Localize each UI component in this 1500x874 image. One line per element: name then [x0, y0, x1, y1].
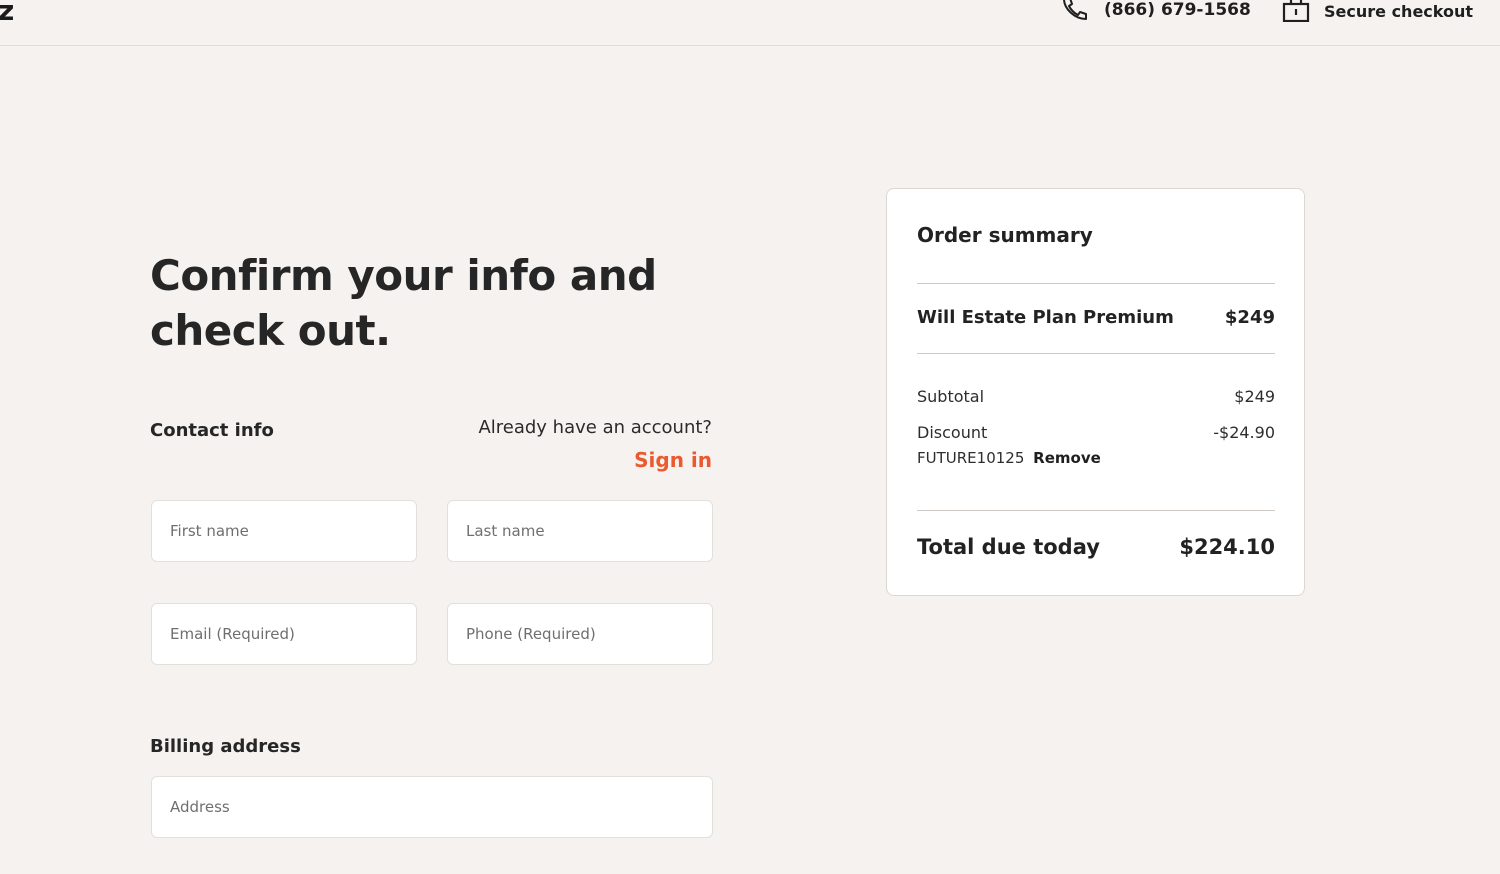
account-question: Already have an account? — [478, 417, 712, 438]
lock-icon — [1282, 0, 1310, 26]
discount-value: -$24.90 — [1213, 423, 1275, 442]
address-input[interactable] — [151, 776, 713, 838]
total-label: Total due today — [917, 535, 1100, 559]
product-name: Will Estate Plan Premium — [917, 307, 1174, 328]
sign-in-link[interactable]: Sign in — [560, 448, 712, 472]
subtotal-row: Subtotal $249 — [917, 387, 1275, 406]
summary-divider — [917, 283, 1275, 284]
brand-logo[interactable]: z — [0, 0, 14, 27]
subtotal-label: Subtotal — [917, 387, 985, 406]
top-bar: z (866) 679-1568 Secure checkout — [0, 0, 1500, 46]
summary-divider — [917, 353, 1275, 354]
product-price: $249 — [1224, 307, 1275, 328]
subtotal-value: $249 — [1234, 387, 1275, 406]
remove-promo-button[interactable]: Remove — [1033, 449, 1101, 467]
discount-row: Discount -$24.90 — [917, 423, 1275, 442]
last-name-input[interactable] — [447, 500, 713, 562]
email-input[interactable] — [151, 603, 417, 665]
phone-number[interactable]: (866) 679-1568 — [1104, 0, 1251, 20]
phone-contact[interactable]: (866) 679-1568 — [1060, 0, 1251, 24]
discount-label: Discount — [917, 423, 988, 442]
phone-icon — [1060, 0, 1088, 24]
first-name-input[interactable] — [151, 500, 417, 562]
promo-code: FUTURE10125 — [917, 449, 1025, 467]
phone-input[interactable] — [447, 603, 713, 665]
order-summary-card: Order summary Will Estate Plan Premium $… — [886, 188, 1305, 596]
promo-code-line: FUTURE10125 Remove — [917, 449, 1101, 467]
total-value: $224.10 — [1179, 535, 1275, 559]
total-row: Total due today $224.10 — [917, 535, 1275, 559]
product-row: Will Estate Plan Premium $249 — [917, 307, 1275, 328]
contact-info-heading: Contact info — [150, 420, 274, 441]
order-summary-title: Order summary — [917, 223, 1093, 247]
summary-divider — [917, 510, 1275, 511]
secure-checkout-label: Secure checkout — [1324, 1, 1474, 21]
billing-address-heading: Billing address — [150, 736, 301, 757]
secure-checkout: Secure checkout — [1282, 0, 1473, 26]
page-title: Confirm your info and check out. — [150, 251, 657, 355]
